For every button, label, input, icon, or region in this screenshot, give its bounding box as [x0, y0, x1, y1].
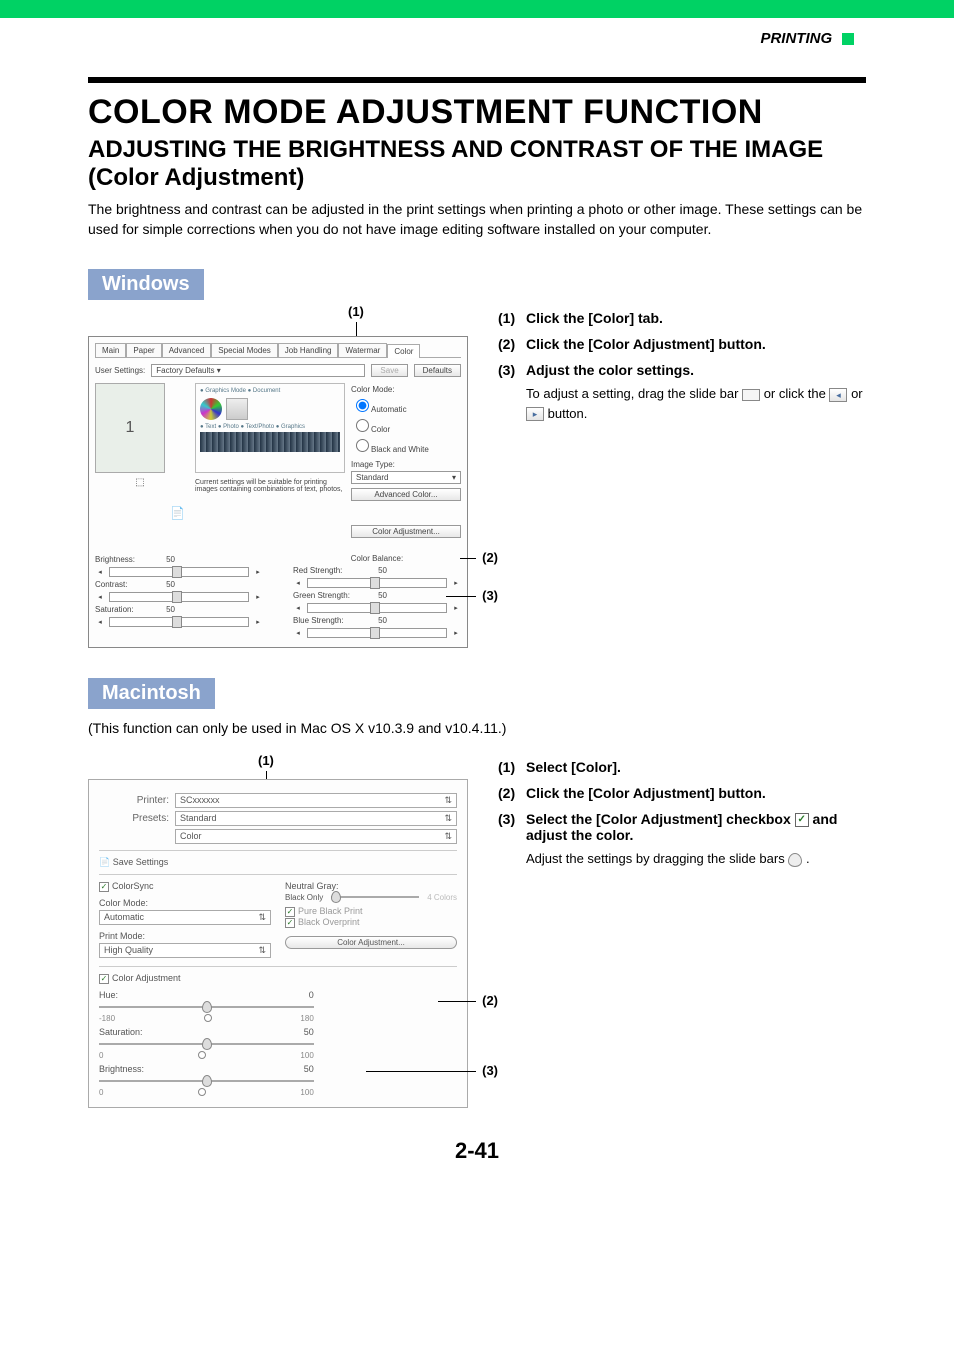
mac-note: (This function can only be used in Mac O… — [88, 719, 866, 739]
pure-black-checkbox[interactable]: ✓ — [285, 907, 295, 917]
contrast-slider[interactable] — [109, 592, 249, 602]
printer-select[interactable]: SCxxxxxx⇅ — [175, 793, 457, 808]
callout-1-mac: (1) — [258, 753, 274, 768]
save-settings-link[interactable]: 📄 Save Settings — [99, 857, 457, 868]
color-balance-label: Color Balance: — [293, 554, 461, 563]
saturation-slider[interactable] — [109, 617, 249, 627]
preview-page-number: 1 — [126, 419, 135, 437]
windows-steps: (1) Click the [Color] tab. (2) Click the… — [498, 310, 866, 423]
brightness-row: Brightness: 50 — [95, 555, 263, 564]
tab-job-handling[interactable]: Job Handling — [278, 343, 339, 357]
tab-main[interactable]: Main — [95, 343, 126, 357]
radio-automatic[interactable] — [356, 399, 369, 412]
brightness-slider[interactable] — [109, 567, 249, 577]
presets-label: Presets: — [99, 813, 169, 824]
step-text: Select the [Color Adjustment] checkbox ✓… — [526, 811, 866, 843]
print-preview: 1 — [95, 383, 165, 473]
right-arrow-icon: ▸ — [526, 407, 544, 421]
slider-knob-icon — [788, 853, 802, 867]
hue-slider[interactable] — [99, 1006, 314, 1008]
radio-bw[interactable] — [356, 439, 369, 452]
mac-color-adjustment-button[interactable]: Color Adjustment... — [285, 936, 457, 949]
pane-select[interactable]: Color⇅ — [175, 829, 457, 844]
callout-1: (1) — [348, 304, 364, 319]
callout-3: (3) — [482, 588, 498, 603]
color-adjustment-checkbox[interactable]: ✓ — [99, 974, 109, 984]
rule-top-thin — [88, 81, 866, 83]
step-number: (2) — [498, 785, 526, 801]
top-accent-band — [0, 0, 954, 18]
green-slider[interactable] — [307, 603, 447, 613]
left-arrow-icon: ◂ — [829, 388, 847, 402]
saturation-row: Saturation: 50 — [95, 605, 263, 614]
step-number: (2) — [498, 336, 526, 352]
step-text: Click the [Color Adjustment] button. — [526, 785, 766, 801]
mac-color-mode-select[interactable]: Automatic⇅ — [99, 910, 271, 925]
black-overprint-checkbox[interactable]: ✓ — [285, 918, 295, 928]
macintosh-badge: Macintosh — [88, 678, 215, 709]
header: PRINTING — [0, 18, 954, 47]
color-sample-box: ● Graphics Mode ● Document ● Text ● Phot… — [195, 383, 345, 473]
radio-color[interactable] — [356, 419, 369, 432]
section-marker — [842, 33, 854, 45]
mac-print-mode-label: Print Mode: — [99, 931, 271, 941]
defaults-button[interactable]: Defaults — [414, 364, 461, 377]
windows-badge: Windows — [88, 269, 204, 300]
callout-3-mac: (3) — [482, 1063, 498, 1078]
tab-special-modes[interactable]: Special Modes — [211, 343, 277, 357]
step-number: (3) — [498, 811, 526, 869]
image-type-label: Image Type: — [351, 460, 461, 469]
checkbox-icon: ✓ — [795, 813, 809, 827]
red-slider[interactable] — [307, 578, 447, 588]
page-number: 2-41 — [88, 1138, 866, 1164]
step-text: Click the [Color] tab. — [526, 310, 663, 326]
step-text: Click the [Color Adjustment] button. — [526, 336, 766, 352]
current-settings-text: Current settings will be suitable for pr… — [195, 479, 345, 493]
callout-2-mac: (2) — [482, 993, 498, 1008]
save-button[interactable]: Save — [371, 364, 407, 377]
mac-steps: (1) Select [Color]. (2) Click the [Color… — [498, 759, 866, 869]
step-number: (3) — [498, 362, 526, 423]
mac-brightness-slider[interactable] — [99, 1080, 314, 1082]
printer-label: Printer: — [99, 795, 169, 806]
mac-print-mode-select[interactable]: High Quality⇅ — [99, 943, 271, 958]
image-type-dropdown[interactable]: Standard▾ — [351, 471, 461, 484]
mac-color-mode-label: Color Mode: — [99, 898, 271, 908]
slider-thumb-icon — [742, 389, 760, 401]
intro-paragraph: The brightness and contrast can be adjus… — [88, 200, 866, 239]
windows-dialog: Main Paper Advanced Special Modes Job Ha… — [88, 336, 468, 648]
tab-paper[interactable]: Paper — [126, 343, 161, 357]
tab-bar: Main Paper Advanced Special Modes Job Ha… — [95, 343, 461, 358]
left-arrow-button[interactable]: ◂ — [95, 568, 105, 576]
right-arrow-button[interactable]: ▸ — [253, 568, 263, 576]
tab-advanced[interactable]: Advanced — [162, 343, 212, 357]
contrast-row: Contrast: 50 — [95, 580, 263, 589]
step-number: (1) — [498, 759, 526, 775]
advanced-color-button[interactable]: Advanced Color... — [351, 488, 461, 501]
neutral-gray-slider[interactable] — [331, 896, 419, 898]
tab-watermark[interactable]: Watermar — [338, 343, 387, 357]
mac-saturation-slider[interactable] — [99, 1043, 314, 1045]
blue-slider[interactable] — [307, 628, 447, 638]
tab-color[interactable]: Color — [387, 344, 420, 358]
callout-2: (2) — [482, 550, 498, 565]
step-subtext: Adjust the settings by dragging the slid… — [526, 849, 866, 869]
color-adjustment-button[interactable]: Color Adjustment... — [351, 525, 461, 538]
colorsync-checkbox[interactable]: ✓ — [99, 882, 109, 892]
step-text: Adjust the color settings. — [526, 362, 866, 378]
user-settings-label: User Settings: — [95, 366, 145, 375]
page-subtitle: ADJUSTING THE BRIGHTNESS AND CONTRAST OF… — [88, 136, 866, 192]
mac-dialog: Printer: SCxxxxxx⇅ Presets: Standard⇅ Co… — [88, 779, 468, 1108]
presets-select[interactable]: Standard⇅ — [175, 811, 457, 826]
step-subtext: To adjust a setting, drag the slide bar … — [526, 384, 866, 423]
user-settings-dropdown[interactable]: Factory Defaults ▾ — [151, 364, 365, 377]
color-mode-label: Color Mode: — [351, 385, 461, 394]
step-text: Select [Color]. — [526, 759, 621, 775]
section-name: PRINTING — [760, 30, 832, 47]
neutral-gray-label: Neutral Gray: — [285, 881, 457, 891]
page-title: COLOR MODE ADJUSTMENT FUNCTION — [88, 93, 866, 132]
step-number: (1) — [498, 310, 526, 326]
